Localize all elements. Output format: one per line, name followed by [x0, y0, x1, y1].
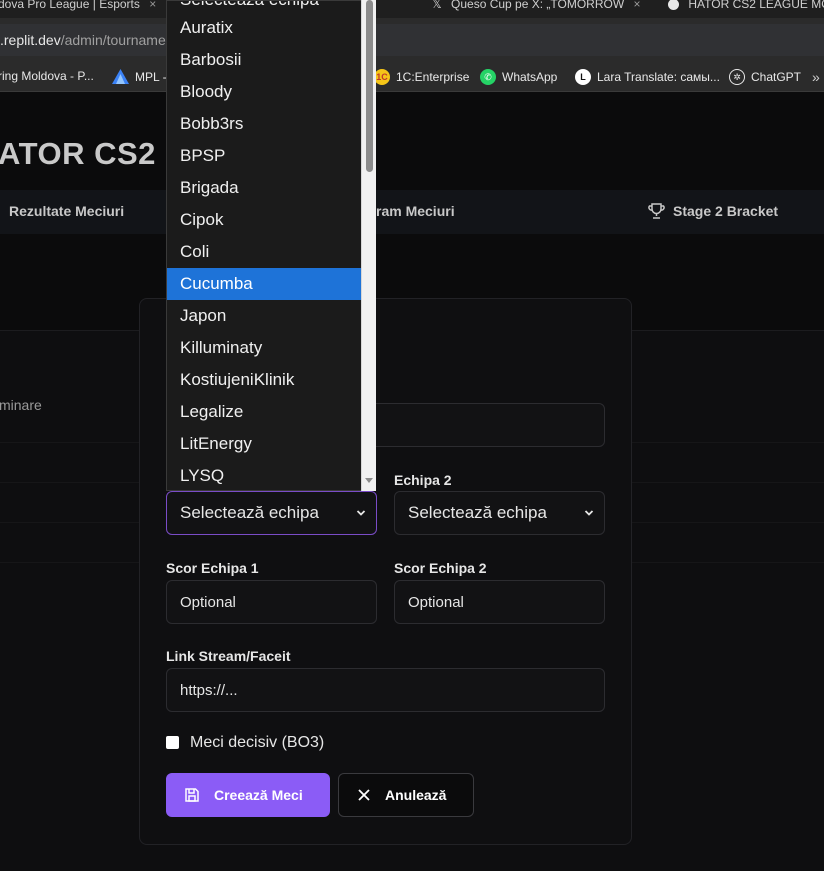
tab-title: Queso Cup pe X: „TOMORROW [451, 0, 625, 11]
browser-tab[interactable]: 𝕏 Queso Cup pe X: „TOMORROW × [432, 0, 641, 11]
team2-label: Echipa 2 [394, 472, 452, 488]
1c-logo-icon: 1C [374, 69, 390, 85]
save-icon [185, 788, 199, 802]
tab-close-icon[interactable]: × [149, 0, 156, 11]
dropdown-option[interactable]: BPSP [167, 140, 362, 172]
dropdown-option[interactable]: Legalize [167, 396, 362, 428]
lara-icon: L [575, 69, 591, 85]
tab-close-icon[interactable]: × [634, 0, 641, 11]
score1-label: Scor Echipa 1 [166, 560, 259, 576]
dropdown-option[interactable]: LitEnergy [167, 428, 362, 460]
create-match-button[interactable]: Creează Meci [166, 773, 330, 817]
browser-tab-strip: dova Pro League | Esports × 𝕏 Queso Cup … [0, 0, 824, 18]
browser-tab[interactable]: dova Pro League | Esports × [0, 0, 156, 11]
main-nav: Rezultate Meciuri ram Meciuri Stage 2 Br… [0, 190, 824, 234]
site-favicon-icon [668, 0, 679, 11]
bookmark-item[interactable]: ✆ WhatsApp [480, 69, 557, 85]
bookmark-item[interactable]: ✲ ChatGPT [729, 69, 801, 85]
dropdown-option[interactable]: Cipok [167, 204, 362, 236]
score1-placeholder: Optional [180, 593, 236, 611]
url-input[interactable]: .replit.dev/admin/tourname [0, 24, 824, 56]
team1-select[interactable]: Selectează echipa [166, 491, 377, 535]
dropdown-option[interactable]: Brigada [167, 172, 362, 204]
dropdown-option[interactable]: Barbosii [167, 44, 362, 76]
nav-item-label: Stage 2 Bracket [673, 203, 779, 219]
mpl-logo-icon [112, 69, 129, 84]
bookmark-item[interactable]: ring Moldova - P... [0, 69, 94, 83]
tab-title: dova Pro League | Esports [0, 0, 140, 11]
chatgpt-icon: ✲ [729, 69, 745, 85]
background-text: minare [0, 397, 42, 413]
link-label: Link Stream/Faceit [166, 648, 291, 664]
scroll-down-arrow-icon[interactable] [365, 478, 373, 483]
nav-item-rezultate[interactable]: Rezultate Meciuri [9, 203, 124, 219]
cancel-button[interactable]: Anulează [338, 773, 474, 817]
score2-input[interactable]: Optional [394, 580, 605, 624]
bookmark-label: MPL - [135, 69, 167, 84]
create-match-label: Creează Meci [214, 787, 303, 803]
dropdown-option[interactable]: Coli [167, 236, 362, 268]
dropdown-option-highlighted[interactable]: Cucumba [167, 268, 362, 300]
url-host: .replit.dev [0, 32, 61, 48]
nav-item-program[interactable]: ram Meciuri [376, 203, 455, 219]
dropdown-option[interactable]: Japon [167, 300, 362, 332]
nav-item-stage2-bracket[interactable]: Stage 2 Bracket [648, 203, 778, 219]
score2-placeholder: Optional [408, 593, 464, 611]
dropdown-option[interactable]: Bloody [167, 76, 362, 108]
whatsapp-icon: ✆ [480, 69, 496, 85]
browser-tab[interactable]: HATOR CS2 LEAGUE MO [668, 0, 824, 11]
nav-item-label: Rezultate Meciuri [9, 203, 125, 219]
bookmark-label: ChatGPT [751, 70, 802, 84]
scrollbar-thumb[interactable] [366, 0, 373, 172]
nav-item-label: ram Meciuri [376, 203, 455, 219]
dropdown-option[interactable]: Auratix [167, 12, 362, 44]
bookmark-item[interactable]: MPL - [112, 69, 167, 84]
bookmark-label: ring Moldova - P... [0, 69, 94, 83]
stream-link-placeholder: https://... [180, 681, 238, 699]
stream-link-input[interactable]: https://... [166, 668, 605, 712]
bookmark-label: WhatsApp [502, 70, 558, 84]
dropdown-option[interactable]: Killuminaty [167, 332, 362, 364]
decisive-match-checkbox[interactable] [166, 736, 179, 749]
x-logo-icon: 𝕏 [432, 0, 442, 11]
bookmark-item[interactable]: 1C 1C:Enterprise [374, 69, 469, 85]
bookmark-label: 1C:Enterprise [396, 70, 470, 84]
decisive-match-label[interactable]: Meci decisiv (BO3) [190, 734, 324, 752]
team1-dropdown-list[interactable]: Selectează echipa Auratix Barbosii Blood… [166, 0, 376, 491]
close-icon [358, 789, 370, 801]
tab-title: HATOR CS2 LEAGUE MO [688, 0, 824, 11]
more-bookmarks-icon[interactable]: » [812, 69, 820, 85]
dropdown-scrollbar[interactable] [361, 0, 376, 491]
address-bar: .replit.dev/admin/tourname [0, 18, 824, 62]
score1-input[interactable]: Optional [166, 580, 377, 624]
bookmark-label: Lara Translate: самы... [597, 70, 720, 84]
team2-select-value: Selectează echipa [408, 503, 547, 522]
url-path: /admin/tourname [60, 32, 166, 48]
chevron-down-icon [356, 510, 366, 516]
team1-select-value: Selectează echipa [180, 503, 319, 522]
score2-label: Scor Echipa 2 [394, 560, 487, 576]
bookmark-item[interactable]: L Lara Translate: самы... [575, 69, 720, 85]
bookmarks-bar: ring Moldova - P... MPL - 1C 1C:Enterpri… [0, 62, 824, 92]
dropdown-option[interactable]: Bobb3rs [167, 108, 362, 140]
cancel-label: Anulează [385, 787, 447, 803]
dropdown-option[interactable]: KostiujeniKlinik [167, 364, 362, 396]
trophy-icon [648, 203, 665, 219]
chevron-down-icon [584, 510, 594, 516]
team2-select[interactable]: Selectează echipa [394, 491, 605, 535]
dropdown-option[interactable]: LYSQ [167, 460, 362, 490]
